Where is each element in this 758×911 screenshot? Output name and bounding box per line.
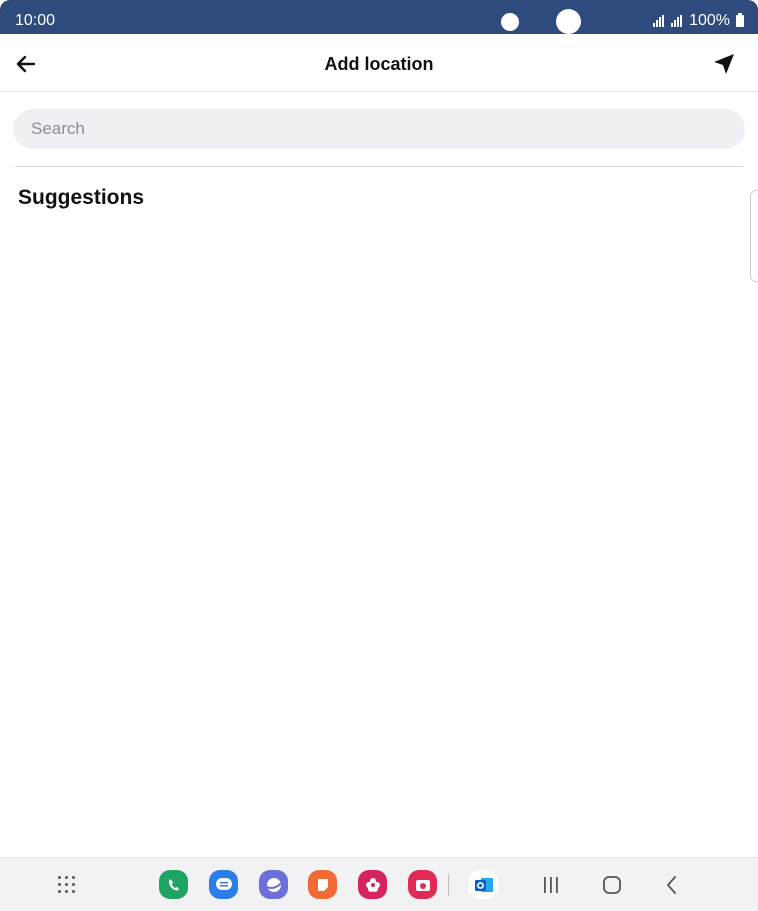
status-time: 10:00 (15, 12, 56, 29)
divider (15, 166, 743, 167)
recents-icon[interactable] (536, 870, 566, 900)
camera-cutout-large (556, 9, 581, 34)
status-indicators: 100% (653, 12, 744, 30)
signal-icon (653, 15, 665, 27)
app-drawer-icon[interactable] (58, 876, 76, 894)
current-location-button[interactable] (710, 50, 738, 78)
status-bar: 10:00 100% (0, 0, 758, 34)
outlook-app-icon[interactable] (469, 870, 498, 899)
battery-percent: 100% (689, 12, 730, 29)
camera-cutout-small (501, 13, 519, 31)
messages-app-icon[interactable] (209, 870, 238, 899)
app-bar: Add location (0, 34, 758, 92)
suggestions-heading: Suggestions (18, 186, 145, 209)
camera-app-icon[interactable] (408, 870, 437, 899)
taskbar (0, 857, 758, 911)
navigation-arrow-icon (714, 54, 734, 74)
home-icon[interactable] (597, 870, 627, 900)
back-nav-icon[interactable] (657, 870, 687, 900)
internet-app-icon[interactable] (259, 870, 288, 899)
edge-panel-handle[interactable] (750, 190, 758, 282)
search-box (13, 109, 745, 149)
phone-app-icon[interactable] (159, 870, 188, 899)
gallery-app-icon[interactable] (358, 870, 387, 899)
search-input[interactable] (13, 109, 731, 149)
dock-separator (448, 874, 449, 896)
notes-app-icon[interactable] (308, 870, 337, 899)
battery-icon (736, 13, 744, 27)
page-title: Add location (324, 54, 434, 74)
signal-icon-2 (671, 15, 683, 27)
